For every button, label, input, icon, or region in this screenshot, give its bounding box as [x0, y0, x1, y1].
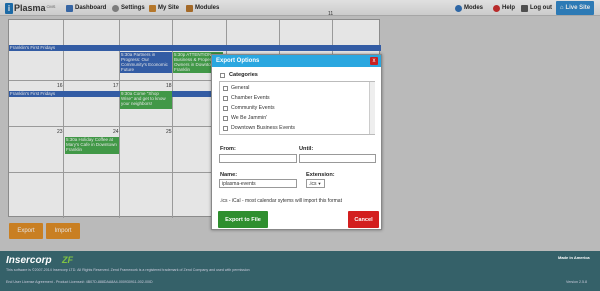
category-scrollbar[interactable] [369, 82, 375, 134]
category-checkbox[interactable] [223, 85, 228, 91]
until-date-input[interactable] [299, 154, 376, 163]
category-item[interactable]: Community Events [223, 104, 275, 112]
category-item[interactable]: General [223, 84, 249, 92]
category-checkbox[interactable] [223, 115, 228, 121]
from-date-input[interactable] [219, 154, 297, 163]
category-item[interactable]: Downtown Business Events [223, 124, 295, 132]
categories-select-all-checkbox[interactable] [220, 73, 225, 78]
category-label: Chamber Events [231, 95, 270, 101]
until-label: Until: [299, 146, 314, 152]
category-label: We Be Jammin' [231, 115, 268, 121]
footer: Insercorp ZF This software is ©2007-2014… [0, 251, 600, 291]
dialog-title: Export Options [212, 55, 381, 67]
extension-label: Extension: [306, 172, 335, 178]
category-checkbox[interactable] [223, 125, 228, 131]
cancel-button[interactable]: Cancel [348, 211, 379, 228]
category-item[interactable]: Chamber Events [223, 94, 270, 102]
categories-label: Categories [229, 72, 258, 78]
name-input[interactable]: iplasma-events [219, 179, 297, 188]
version-label: Version 2.5.8 [566, 280, 587, 284]
footer-license[interactable]: End User License Agreement - Product Lic… [6, 280, 153, 284]
format-hint: .ics - iCal - most calendar sytems will … [220, 198, 342, 204]
category-label: Downtown Business Events [231, 125, 296, 131]
extension-select[interactable]: .ics▼ [306, 179, 325, 188]
category-label: Community Events [231, 105, 275, 111]
categories-list: General Chamber Events Community Events … [219, 81, 375, 135]
export-options-dialog: Export Options x Categories General Cham… [211, 54, 382, 230]
footer-logo: Insercorp [6, 255, 52, 266]
category-checkbox[interactable] [223, 105, 228, 111]
category-item[interactable]: We Be Jammin' [223, 114, 267, 122]
made-in-label: Made in America [558, 255, 590, 260]
export-to-file-button[interactable]: Export to File [218, 211, 268, 228]
name-label: Name: [220, 172, 238, 178]
category-label: General [231, 85, 250, 91]
footer-copyright: This software is ©2007-2014 Insercorp LT… [6, 268, 250, 272]
zend-logo: ZF [62, 255, 73, 265]
category-checkbox[interactable] [223, 95, 228, 101]
extension-value: .ics [309, 181, 317, 187]
from-label: From: [220, 146, 236, 152]
close-icon[interactable]: x [370, 57, 378, 65]
chevron-down-icon: ▼ [317, 181, 322, 186]
